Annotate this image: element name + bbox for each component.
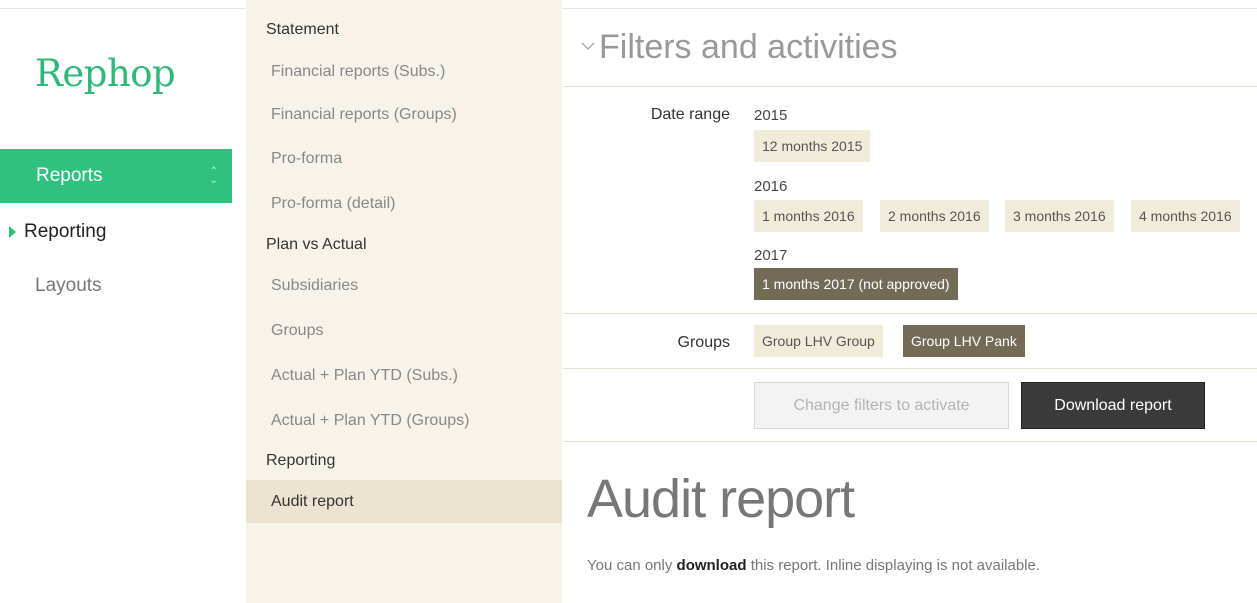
report-note-prefix: You can only <box>587 557 677 574</box>
nav-item-reports[interactable]: Reports ⌃ ⌄ <box>0 149 232 203</box>
year-2015-label: 2015 <box>754 107 788 124</box>
nav-item-reporting[interactable]: Reporting <box>0 215 232 249</box>
divider <box>563 368 1257 369</box>
menu-item-financial-reports-subs[interactable]: Financial reports (Subs.) <box>246 50 562 93</box>
menu-header-statement: Statement <box>266 21 339 38</box>
menu-item-subsidiaries[interactable]: Subsidiaries <box>246 264 562 307</box>
menu-item-financial-reports-groups[interactable]: Financial reports (Groups) <box>246 93 562 136</box>
menu-item-groups[interactable]: Groups <box>246 309 562 352</box>
filters-title: Filters and activities <box>599 28 898 66</box>
app-logo[interactable]: Rephop <box>35 52 176 95</box>
groups-label: Groups <box>677 334 730 351</box>
left-navigation: Rephop Reports ⌃ ⌄ Reporting Layouts <box>0 0 232 603</box>
divider <box>563 86 1257 87</box>
report-note-suffix: this report. Inline displaying is not av… <box>746 557 1041 574</box>
menu-item-actual-plan-subs[interactable]: Actual + Plan YTD (Subs.) <box>246 354 562 397</box>
group-chip-lhv-group[interactable]: Group LHV Group <box>754 325 883 357</box>
chevron-down-icon <box>581 42 595 50</box>
nav-item-layouts[interactable]: Layouts <box>0 269 232 303</box>
group-chip-lhv-pank[interactable]: Group LHV Pank <box>903 325 1025 357</box>
menu-item-pro-forma[interactable]: Pro-forma <box>246 137 562 180</box>
report-menu: Statement Financial reports (Subs.) Fina… <box>246 0 562 603</box>
menu-item-audit-report[interactable]: Audit report <box>246 480 562 523</box>
menu-header-reporting: Reporting <box>266 452 336 469</box>
sort-updown-icon: ⌃ ⌄ <box>209 166 218 186</box>
triangle-right-icon <box>9 226 16 238</box>
download-report-button[interactable]: Download report <box>1021 382 1205 429</box>
year-2016-label: 2016 <box>754 178 788 195</box>
date-chip-2-months-2016[interactable]: 2 months 2016 <box>880 200 989 232</box>
year-2017-label: 2017 <box>754 247 788 264</box>
date-chip-3-months-2016[interactable]: 3 months 2016 <box>1005 200 1114 232</box>
report-note-bold: download <box>676 557 747 574</box>
page-title: Audit report <box>587 469 855 529</box>
divider <box>563 441 1257 442</box>
date-chip-1-months-2017[interactable]: 1 months 2017 (not approved) <box>754 268 958 300</box>
menu-header-plan-vs-actual: Plan vs Actual <box>266 236 367 253</box>
nav-item-reporting-label: Reporting <box>24 221 107 242</box>
nav-item-reports-label: Reports <box>36 165 103 186</box>
divider <box>563 313 1257 314</box>
main-content: Filters and activities Date range 2015 1… <box>563 0 1257 603</box>
date-chip-1-months-2016[interactable]: 1 months 2016 <box>754 200 863 232</box>
menu-item-actual-plan-groups[interactable]: Actual + Plan YTD (Groups) <box>246 399 562 442</box>
change-filters-button[interactable]: Change filters to activate <box>754 382 1009 429</box>
date-chip-4-months-2016[interactable]: 4 months 2016 <box>1131 200 1240 232</box>
date-chip-12-months-2015[interactable]: 12 months 2015 <box>754 130 871 162</box>
date-range-label: Date range <box>650 106 730 123</box>
nav-item-layouts-label: Layouts <box>35 275 102 296</box>
report-note: You can only download this report. Inlin… <box>587 557 1040 574</box>
filters-toggle[interactable]: Filters and activities <box>581 28 898 67</box>
menu-item-pro-forma-detail[interactable]: Pro-forma (detail) <box>246 182 562 225</box>
